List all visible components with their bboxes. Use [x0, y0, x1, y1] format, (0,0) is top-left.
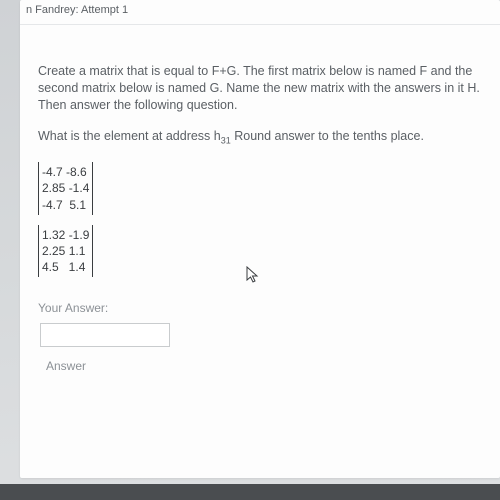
matrix-g-row3: 4.5 1.4 [42, 259, 89, 275]
attempt-title: n Fandrey: Attempt 1 [26, 4, 128, 16]
content-card: n Fandrey: Attempt 1 Create a matrix tha… [20, 0, 500, 478]
matrix-g: 1.32 -1.9 2.25 1.1 4.5 1.4 [38, 225, 93, 278]
question-intro: Create a matrix that is equal to F+G. Th… [38, 63, 482, 114]
answer-button[interactable]: Answer [46, 359, 86, 373]
answer-input[interactable] [40, 323, 170, 347]
bottom-bar [0, 484, 500, 500]
prompt-post: Round answer to the tenths place. [231, 129, 424, 143]
matrix-f-row1: -4.7 -8.6 [42, 164, 89, 180]
prompt-subscript: 31 [221, 135, 231, 145]
page-container: n Fandrey: Attempt 1 Create a matrix tha… [0, 0, 500, 500]
prompt-pre: What is the element at address h [38, 129, 221, 143]
matrix-g-row1: 1.32 -1.9 [42, 227, 89, 243]
matrix-f: -4.7 -8.6 2.85 -1.4 -4.7 5.1 [38, 162, 93, 215]
question-prompt: What is the element at address h31 Round… [38, 128, 482, 147]
header-bar: n Fandrey: Attempt 1 [20, 0, 500, 25]
answer-section: Your Answer: Answer [38, 301, 482, 373]
answer-label: Your Answer: [38, 301, 482, 315]
matrix-f-row2: 2.85 -1.4 [42, 180, 89, 196]
matrix-f-row3: -4.7 5.1 [42, 197, 89, 213]
question-body: Create a matrix that is equal to F+G. Th… [20, 25, 500, 383]
matrix-g-row2: 2.25 1.1 [42, 243, 89, 259]
